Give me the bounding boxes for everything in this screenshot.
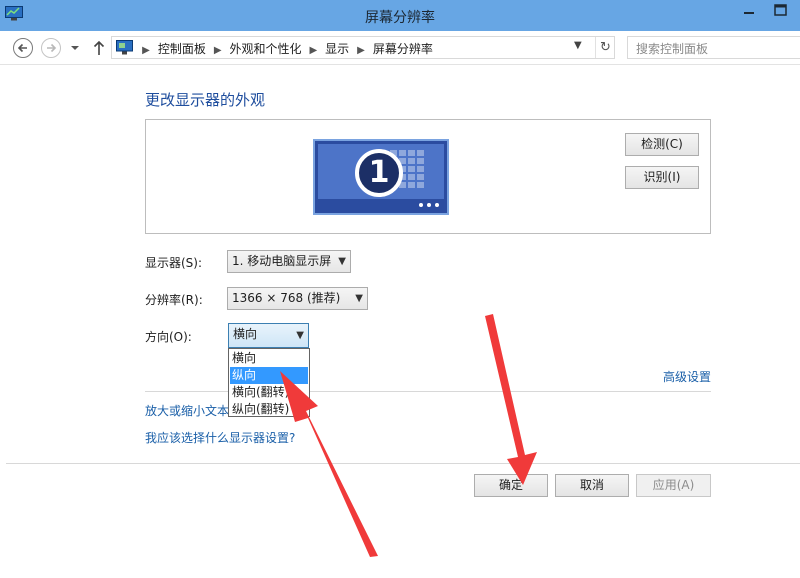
chevron-down-icon: ▼ [338,256,346,267]
resolution-label: 分辨率(R): [145,293,203,307]
orientation-dropdown-list[interactable]: 横向 纵向 横向(翻转) 纵向(翻转) [228,348,310,417]
forward-arrow-icon[interactable] [40,37,62,59]
window-title: 屏幕分辨率 [365,10,435,26]
breadcrumb: ▶ 控制面板 ▶ 外观和个性化 ▶ 显示 ▶ 屏幕分辨率 [138,40,433,57]
back-arrow-icon[interactable] [12,37,34,59]
control-panel-icon [116,40,133,55]
chevron-down-icon: ▼ [296,330,304,341]
advanced-settings-link[interactable]: 高级设置 [663,368,711,385]
up-arrow-icon[interactable] [92,39,106,57]
orientation-label: 方向(O): [145,330,192,344]
resolution-select-value: 1366 × 768 (推荐) [232,291,341,305]
breadcrumb-appearance[interactable]: 外观和个性化 [230,42,302,56]
apply-button[interactable]: 应用(A) [636,474,711,497]
breadcrumb-control-panel[interactable]: 控制面板 [158,42,206,56]
ok-button[interactable]: 确定 [474,474,548,497]
red-arrow-icon [485,314,537,485]
display-select[interactable]: 1. 移动电脑显示屏 ▼ [227,250,351,273]
orientation-option-landscape[interactable]: 横向 [230,350,308,367]
breadcrumb-display[interactable]: 显示 [325,42,349,56]
monitor-number: 1 [368,155,390,190]
minimize-icon[interactable] [736,0,762,21]
footer-divider [6,463,800,464]
search-input[interactable]: 搜索控制面板 [636,40,708,57]
title-bar: 屏幕分辨率 [0,0,800,31]
monitor-preview-area: 1 检测(C) 识别(I) [145,119,711,234]
orientation-option-landscape-flipped[interactable]: 横向(翻转) [230,384,308,401]
detect-button[interactable]: 检测(C) [625,133,699,156]
display-label: 显示器(S): [145,256,203,270]
chevron-down-icon: ▼ [355,293,363,304]
breadcrumb-separator-icon: ▶ [142,45,150,56]
address-bar[interactable]: ▶ 控制面板 ▶ 外观和个性化 ▶ 显示 ▶ 屏幕分辨率 ▼ ↻ [111,36,615,59]
refresh-icon[interactable]: ↻ [595,37,615,58]
navigation-bar: ▶ 控制面板 ▶ 外观和个性化 ▶ 显示 ▶ 屏幕分辨率 ▼ ↻ 搜索控制面板 [0,31,800,65]
identify-button[interactable]: 识别(I) [625,166,699,189]
maximize-icon[interactable] [762,0,800,21]
cancel-button[interactable]: 取消 [555,474,629,497]
orientation-select[interactable]: 横向 ▼ [228,323,309,348]
breadcrumb-screen-resolution[interactable]: 屏幕分辨率 [373,42,433,56]
recent-pages-chevron-icon[interactable] [70,44,80,52]
display-select-value: 1. 移动电脑显示屏 [232,254,332,268]
orientation-select-value: 横向 [233,327,258,341]
breadcrumb-separator-icon[interactable]: ▶ [305,45,321,56]
orientation-option-portrait[interactable]: 纵向 [230,367,308,384]
resolution-select[interactable]: 1366 × 768 (推荐) ▼ [227,287,368,310]
monitor-dots-icon [419,203,439,207]
text-size-link[interactable]: 放大或缩小文本 [145,402,229,419]
address-history-chevron-icon[interactable]: ▼ [574,40,582,51]
breadcrumb-separator-icon[interactable]: ▶ [353,45,369,56]
display-settings-help-link[interactable]: 我应该选择什么显示器设置? [145,429,295,446]
breadcrumb-separator-icon[interactable]: ▶ [210,45,226,56]
orientation-option-portrait-flipped[interactable]: 纵向(翻转) [230,401,308,416]
monitor-thumbnail[interactable]: 1 [313,139,449,215]
search-box[interactable]: 搜索控制面板 [627,36,800,59]
page-heading: 更改显示器的外观 [145,91,266,109]
